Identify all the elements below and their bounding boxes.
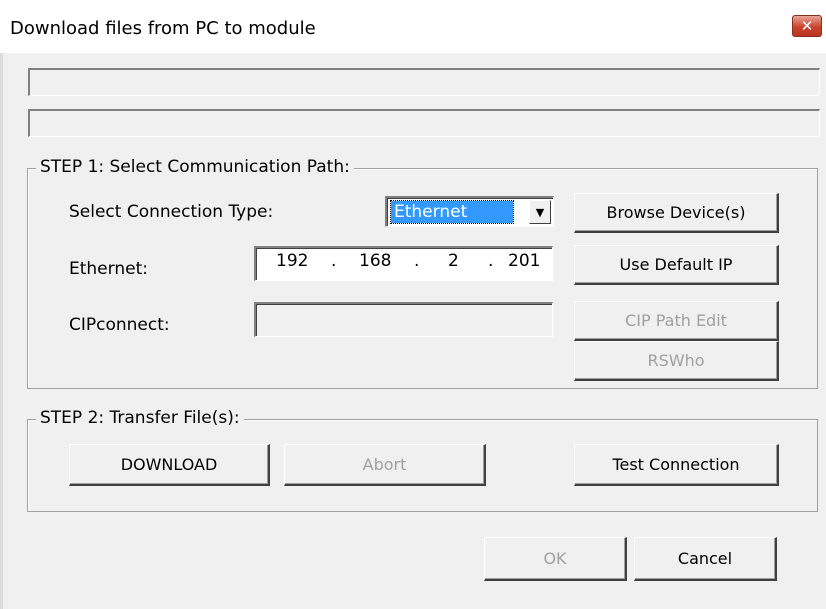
abort-button: Abort	[284, 444, 486, 486]
connection-type-label: Select Connection Type:	[69, 202, 274, 222]
cipconnect-field	[254, 302, 553, 337]
ip-octet-1: 192	[276, 251, 309, 271]
test-connection-button[interactable]: Test Connection	[574, 444, 779, 486]
rswho-button: RSWho	[574, 341, 779, 381]
ip-octet-4: 201	[508, 251, 541, 271]
connection-type-select[interactable]: Ethernet ▼	[385, 196, 554, 227]
ip-address-field[interactable]: 192 . 168 . 2 . 201	[254, 246, 553, 281]
ip-octet-3: 2	[448, 251, 459, 271]
step1-group: STEP 1: Select Communication Path: Selec…	[27, 157, 818, 389]
ip-dot-1: .	[331, 251, 337, 271]
ip-dot-2: .	[414, 251, 420, 271]
status-line-1	[28, 68, 820, 96]
cipconnect-label: CIPconnect:	[69, 315, 170, 335]
step2-legend: STEP 2: Transfer File(s):	[36, 408, 244, 428]
connection-type-value: Ethernet	[390, 200, 514, 224]
ip-octet-2: 168	[359, 251, 392, 271]
browse-devices-button[interactable]: Browse Device(s)	[574, 193, 779, 233]
step1-legend: STEP 1: Select Communication Path:	[36, 157, 354, 177]
ip-dot-3: .	[488, 251, 494, 271]
window-border	[0, 53, 3, 609]
step2-group: STEP 2: Transfer File(s): DOWNLOAD Abort…	[27, 408, 818, 512]
use-default-ip-button[interactable]: Use Default IP	[574, 245, 779, 285]
title-bar[interactable]: Download files from PC to module ✕	[0, 0, 826, 53]
cip-path-edit-button: CIP Path Edit	[574, 301, 779, 341]
ok-button: OK	[484, 537, 627, 581]
close-icon: ✕	[800, 17, 814, 35]
close-button[interactable]: ✕	[792, 15, 822, 37]
dropdown-glyph: ▼	[535, 205, 545, 219]
status-line-2	[28, 109, 820, 137]
chevron-down-icon[interactable]: ▼	[529, 200, 551, 224]
download-button[interactable]: DOWNLOAD	[69, 444, 270, 486]
ethernet-label: Ethernet:	[69, 259, 148, 279]
cancel-button[interactable]: Cancel	[634, 537, 777, 581]
window-title: Download files from PC to module	[10, 18, 316, 39]
